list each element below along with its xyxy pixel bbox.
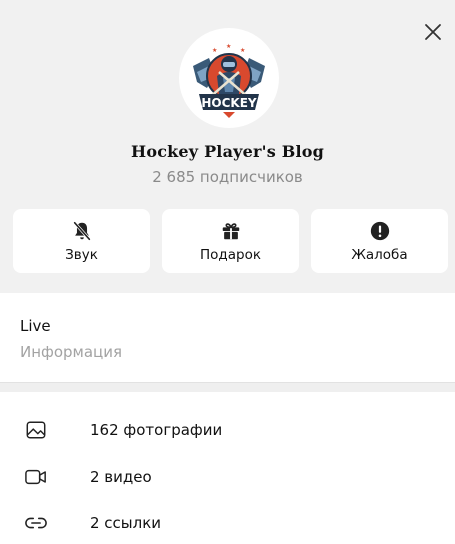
svg-text:★: ★	[212, 47, 217, 54]
media-item-links[interactable]: 2 ссылки	[0, 500, 455, 544]
svg-text:★: ★	[240, 47, 245, 54]
media-item-photos[interactable]: 162 фотографии	[0, 407, 455, 454]
gift-button[interactable]: Подарок	[162, 209, 299, 273]
link-icon	[24, 511, 48, 535]
media-item-label: 162 фотографии	[90, 421, 223, 440]
report-button[interactable]: Жалоба	[311, 209, 448, 273]
mute-button[interactable]: Звук	[13, 209, 150, 273]
description-text[interactable]: Live	[20, 317, 51, 335]
channel-info-panel: ★ ★ ★ HOCKEY Hockey Player's Blog 2 685 …	[0, 0, 455, 544]
alert-icon	[368, 219, 392, 243]
description-label: Информация	[20, 343, 123, 361]
report-label: Жалоба	[351, 247, 408, 263]
close-button[interactable]	[421, 20, 445, 44]
subscriber-count: 2 685 подписчиков	[152, 168, 303, 186]
video-icon	[24, 465, 48, 489]
media-item-label: 2 ссылки	[90, 514, 162, 533]
shared-media-list: 162 фотографии 2 видео 2 ссылки	[0, 392, 455, 544]
channel-avatar[interactable]: ★ ★ ★ HOCKEY	[179, 28, 279, 128]
channel-title: Hockey Player's Blog	[131, 142, 324, 161]
bell-off-icon	[70, 219, 94, 243]
photo-icon	[24, 418, 48, 442]
section-divider	[0, 382, 455, 392]
media-item-label: 2 видео	[90, 467, 152, 486]
hockey-logo: ★ ★ ★ HOCKEY	[193, 43, 265, 118]
channel-header: ★ ★ ★ HOCKEY Hockey Player's Blog 2 685 …	[0, 0, 455, 293]
mute-label: Звук	[65, 247, 98, 263]
gift-label: Подарок	[199, 247, 261, 263]
svg-text:★: ★	[226, 43, 231, 50]
media-item-videos[interactable]: 2 видео	[0, 454, 455, 501]
close-icon	[425, 24, 441, 40]
gift-icon	[219, 219, 243, 243]
logo-text: HOCKEY	[201, 96, 257, 110]
channel-description: Live Информация	[0, 293, 455, 382]
action-buttons: Звук Подарок Жалоба	[13, 209, 448, 273]
